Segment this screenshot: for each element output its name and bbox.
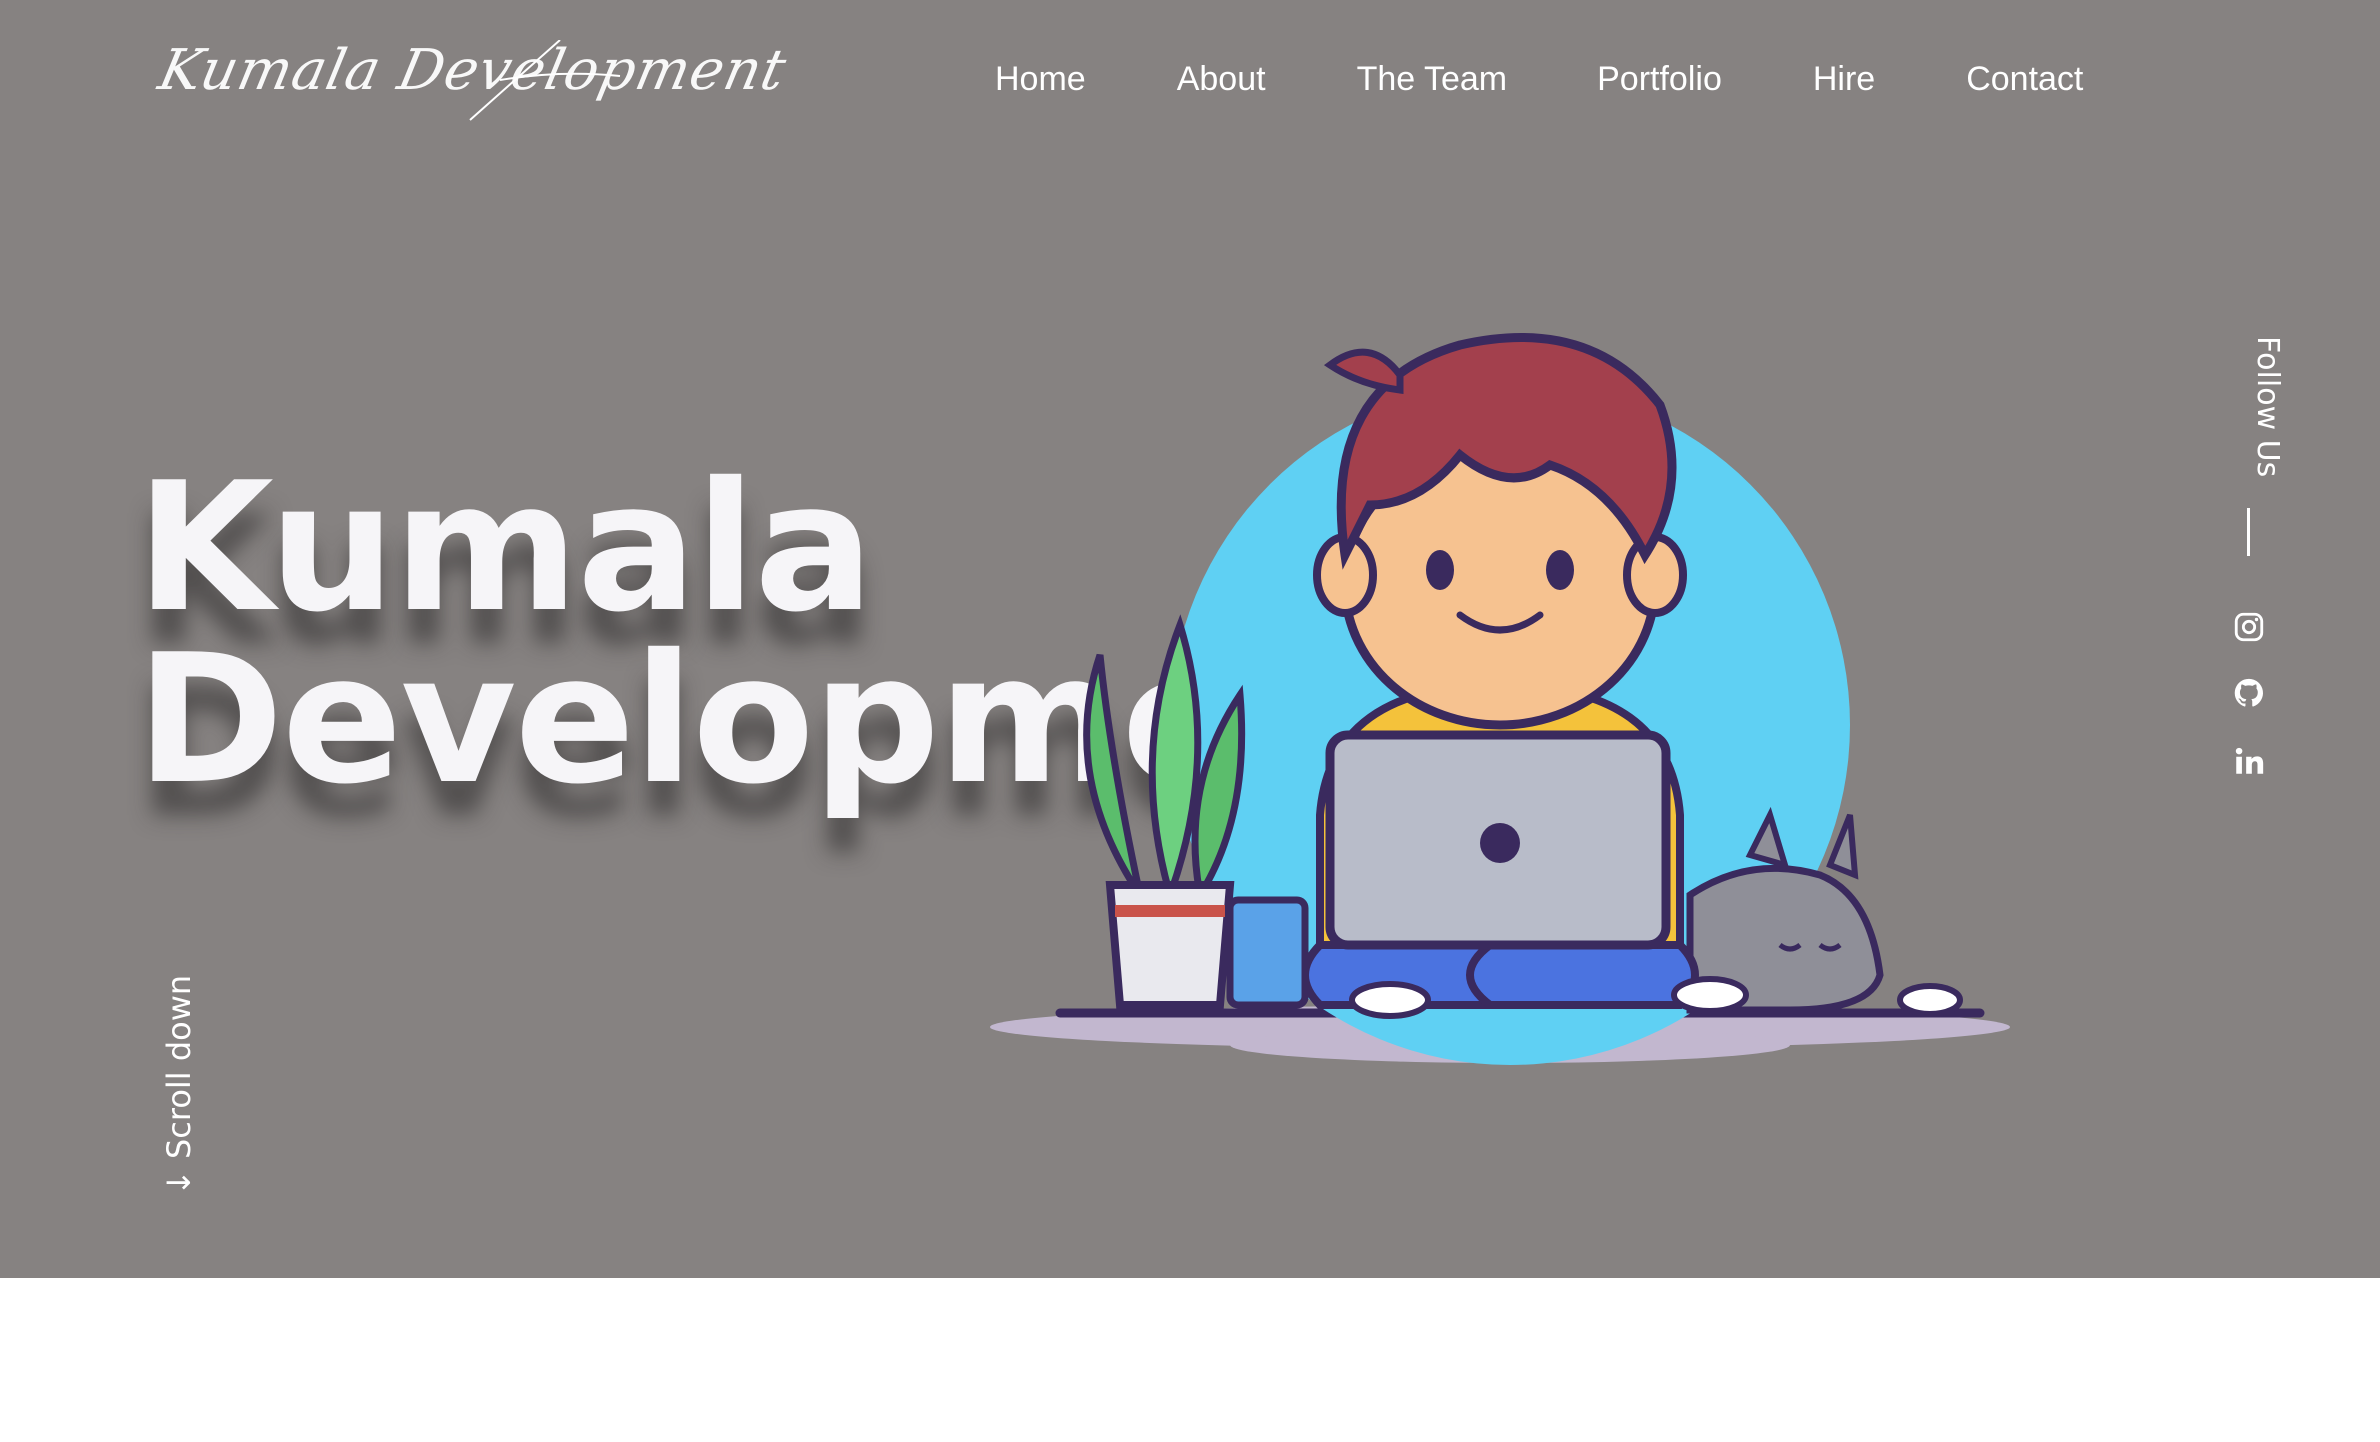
nav-team-link[interactable]: The Team [1357,60,1508,99]
developer-illustration [990,333,2010,1065]
scroll-down-link[interactable]: ↓ Scroll down [160,975,198,1196]
nav-hire-link[interactable]: Hire [1813,60,1875,99]
follow-divider [2247,508,2250,556]
nav-portfolio-link[interactable]: Portfolio [1597,60,1722,99]
nav-about-link[interactable]: About [1177,60,1266,99]
linkedin-icon[interactable] [2232,744,2266,778]
nav-home-link[interactable]: Home [995,60,1086,99]
follow-us-label: Follow Us [2250,336,2285,478]
instagram-icon[interactable] [2232,610,2266,644]
hero-section: Kumala Development Home About The Team P… [0,0,2380,1278]
github-icon[interactable] [2232,676,2266,710]
main-nav: Home About The Team Portfolio Hire Conta… [995,60,2083,99]
logo-flourish-icon [469,40,621,121]
nav-contact-link[interactable]: Contact [1966,60,2083,99]
